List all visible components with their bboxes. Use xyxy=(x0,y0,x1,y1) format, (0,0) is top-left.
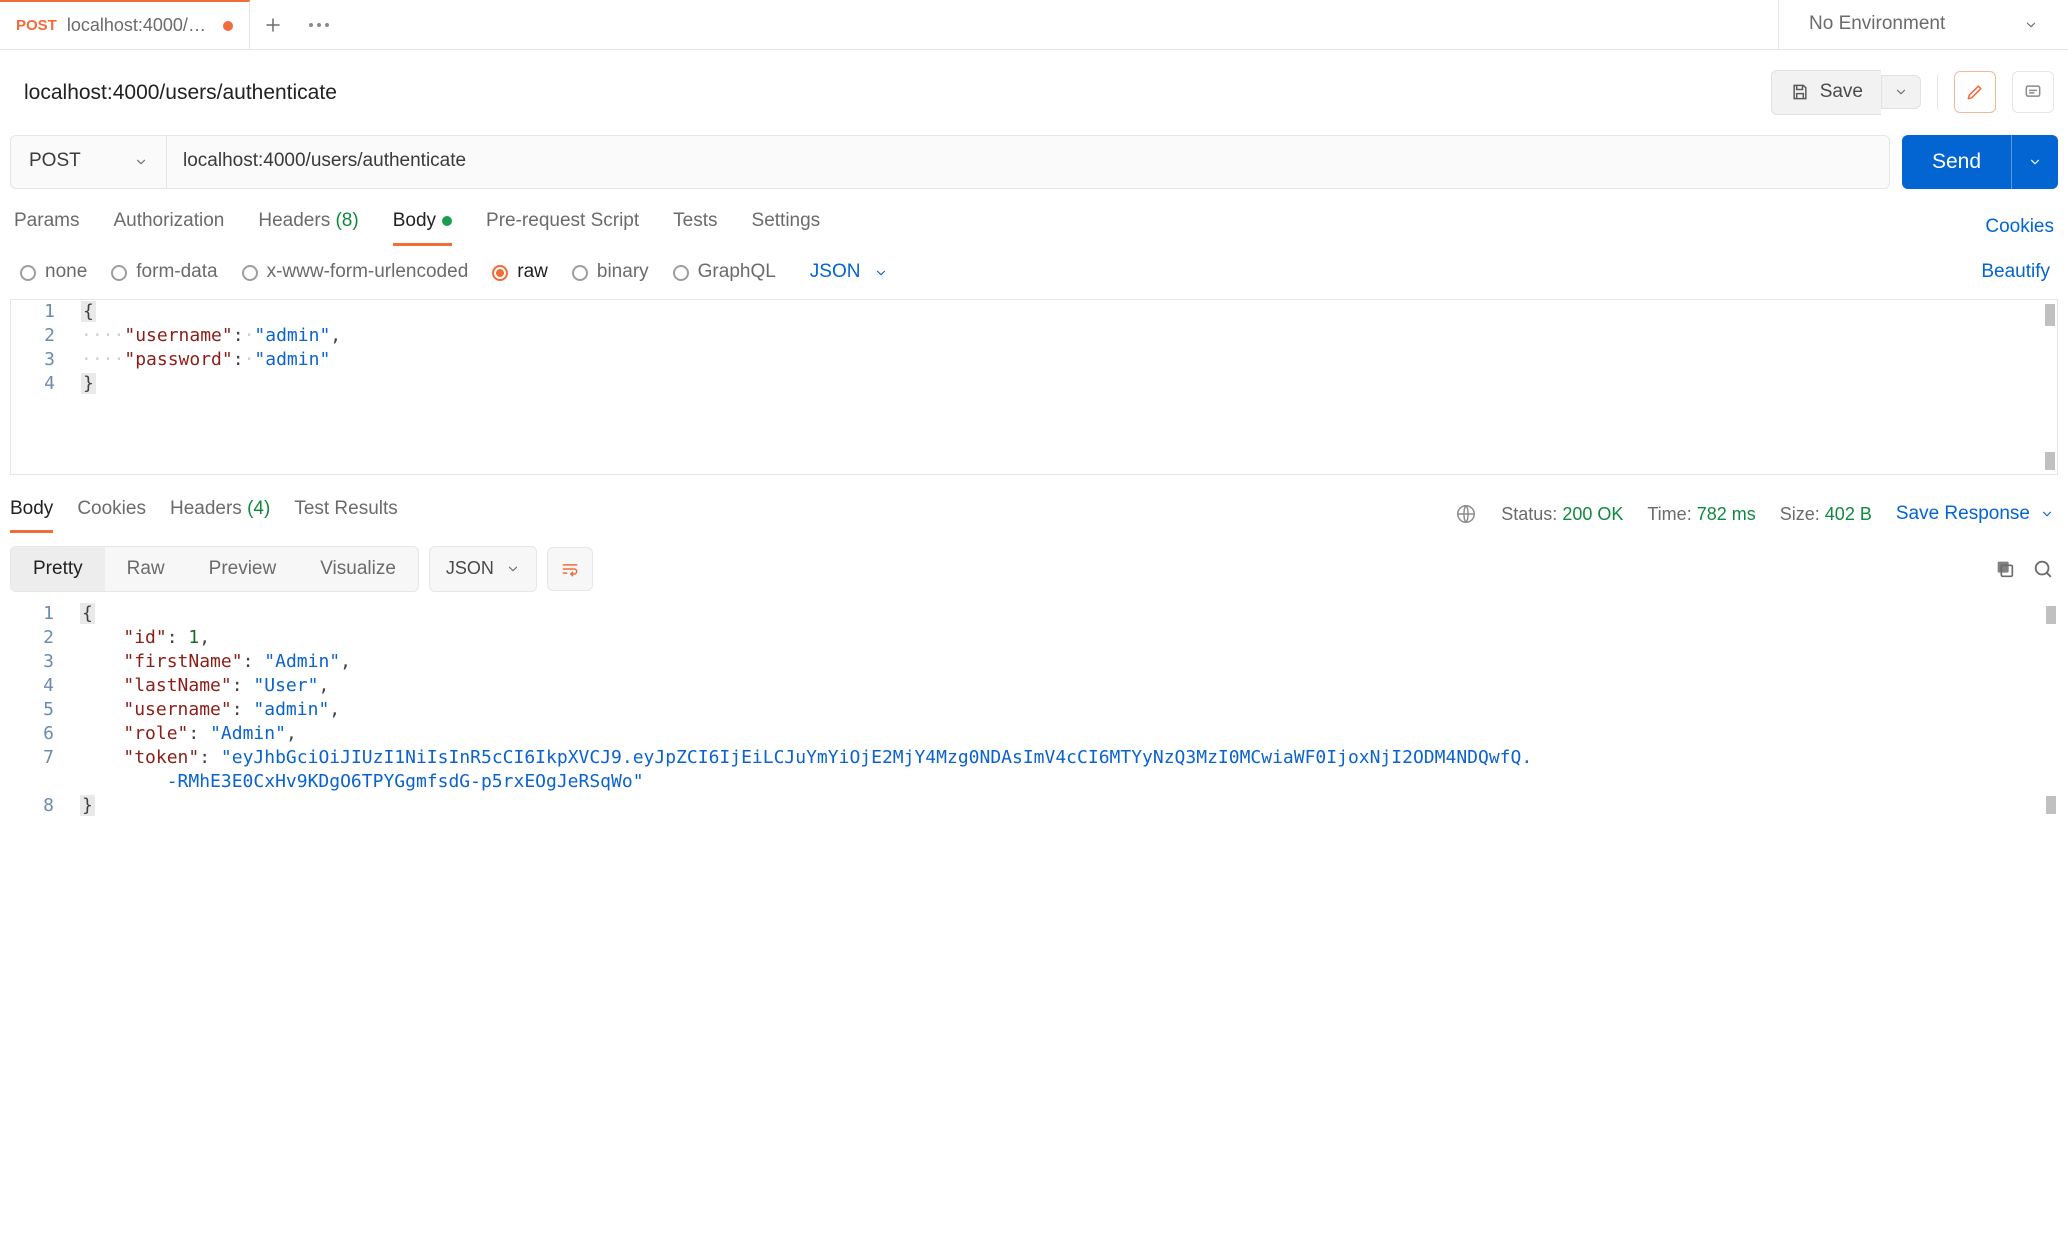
response-language-selector[interactable]: JSON xyxy=(429,546,537,591)
tab-authorization[interactable]: Authorization xyxy=(113,209,224,246)
minimap-indicator xyxy=(2046,796,2056,814)
ellipsis-icon xyxy=(308,22,330,28)
minimap-indicator xyxy=(2045,304,2055,326)
copy-response-button[interactable] xyxy=(1994,558,2016,580)
view-pretty[interactable]: Pretty xyxy=(11,547,105,592)
response-toolbar: Pretty Raw Preview Visualize JSON xyxy=(0,532,2068,603)
save-response-button[interactable]: Save Response xyxy=(1896,502,2054,527)
response-view-segment: Pretty Raw Preview Visualize xyxy=(10,546,419,593)
send-split-button: Send xyxy=(1902,135,2058,189)
response-headers-count: (4) xyxy=(247,498,270,519)
response-status: Status: 200 OK xyxy=(1501,503,1623,526)
minimap-indicator xyxy=(2045,452,2055,470)
method-selector[interactable]: POST xyxy=(11,136,167,188)
pencil-icon xyxy=(1965,82,1985,102)
tab-headers[interactable]: Headers (8) xyxy=(258,209,358,246)
save-button[interactable]: Save xyxy=(1771,70,1881,115)
response-tab-cookies[interactable]: Cookies xyxy=(77,497,146,532)
tab-prerequest-script[interactable]: Pre-request Script xyxy=(486,209,639,246)
environment-label: No Environment xyxy=(1809,12,1945,37)
new-tab-button[interactable] xyxy=(250,0,296,49)
save-options-button[interactable] xyxy=(1881,75,1921,109)
request-title-row: localhost:4000/users/authenticate Save xyxy=(0,50,2068,135)
response-body-viewer[interactable]: 1{ 2 "id": 1, 3 "firstName": "Admin", 4 … xyxy=(10,602,2058,818)
body-type-form-data[interactable]: form-data xyxy=(111,260,217,285)
beautify-link[interactable]: Beautify xyxy=(1981,260,2054,285)
tab-overflow-button[interactable] xyxy=(296,0,342,49)
url-input[interactable]: localhost:4000/users/authenticate xyxy=(167,136,1889,188)
save-split-button: Save xyxy=(1771,70,1921,115)
response-meta-row: Body Cookies Headers (4) Test Results St… xyxy=(0,475,2068,532)
response-tab-body[interactable]: Body xyxy=(10,497,53,532)
chevron-down-icon xyxy=(2040,507,2054,521)
view-visualize[interactable]: Visualize xyxy=(298,547,418,592)
plus-icon xyxy=(264,16,282,34)
network-info-button[interactable] xyxy=(1455,503,1477,525)
chevron-down-icon xyxy=(874,266,888,280)
save-label: Save xyxy=(1820,80,1863,105)
environment-selector[interactable]: No Environment xyxy=(1778,0,2068,49)
body-active-dot-icon xyxy=(442,216,452,226)
tab-body[interactable]: Body xyxy=(393,209,452,246)
minimap-indicator xyxy=(2046,606,2056,624)
method-value: POST xyxy=(29,149,81,174)
chevron-down-icon xyxy=(134,155,148,169)
request-title: localhost:4000/users/authenticate xyxy=(24,79,337,106)
word-wrap-toggle[interactable] xyxy=(547,547,593,591)
comment-icon xyxy=(2023,82,2043,102)
globe-icon xyxy=(1455,503,1477,525)
response-time: Time: 782 ms xyxy=(1647,503,1755,526)
view-raw[interactable]: Raw xyxy=(105,547,187,592)
body-type-row: none form-data x-www-form-urlencoded raw… xyxy=(0,246,2068,299)
body-language-selector[interactable]: JSON xyxy=(810,260,889,285)
response-tab-test-results[interactable]: Test Results xyxy=(294,497,397,532)
chevron-down-icon xyxy=(2024,18,2038,32)
search-response-button[interactable] xyxy=(2032,558,2054,580)
tab-title: localhost:4000/u… xyxy=(67,14,207,37)
chevron-down-icon xyxy=(2028,155,2042,169)
tab-method: POST xyxy=(16,16,57,36)
url-bar-row: POST localhost:4000/users/authenticate S… xyxy=(0,135,2068,189)
cookies-link[interactable]: Cookies xyxy=(1985,215,2054,240)
response-tab-headers[interactable]: Headers (4) xyxy=(170,497,270,532)
edit-button[interactable] xyxy=(1954,71,1996,113)
tabs-bar: POST localhost:4000/u… No Environment xyxy=(0,0,2068,50)
word-wrap-icon xyxy=(559,559,581,579)
body-type-none[interactable]: none xyxy=(20,260,87,285)
save-icon xyxy=(1790,82,1810,102)
method-url-container: POST localhost:4000/users/authenticate xyxy=(10,135,1890,189)
send-button[interactable]: Send xyxy=(1902,135,2011,189)
body-type-raw[interactable]: raw xyxy=(492,260,548,285)
headers-count: (8) xyxy=(335,210,358,231)
body-type-graphql[interactable]: GraphQL xyxy=(673,260,776,285)
response-size: Size: 402 B xyxy=(1780,503,1872,526)
tab-settings[interactable]: Settings xyxy=(752,209,821,246)
divider xyxy=(1937,75,1938,109)
tab-tests[interactable]: Tests xyxy=(673,209,717,246)
body-type-binary[interactable]: binary xyxy=(572,260,649,285)
request-body-editor[interactable]: 1{ 2····"username":·"admin", 3····"passw… xyxy=(10,299,2058,475)
view-preview[interactable]: Preview xyxy=(187,547,299,592)
copy-icon xyxy=(1994,558,2016,580)
tab-params[interactable]: Params xyxy=(14,209,79,246)
url-value: localhost:4000/users/authenticate xyxy=(183,149,466,174)
request-tab-active[interactable]: POST localhost:4000/u… xyxy=(0,0,250,49)
chevron-down-icon xyxy=(1894,85,1908,99)
search-icon xyxy=(2032,558,2054,580)
request-tabs: Params Authorization Headers (8) Body Pr… xyxy=(0,189,2068,246)
send-options-button[interactable] xyxy=(2011,135,2058,189)
chevron-down-icon xyxy=(506,562,520,576)
comments-button[interactable] xyxy=(2012,71,2054,113)
unsaved-dot-icon xyxy=(223,21,233,31)
body-type-x-www-form-urlencoded[interactable]: x-www-form-urlencoded xyxy=(242,260,469,285)
